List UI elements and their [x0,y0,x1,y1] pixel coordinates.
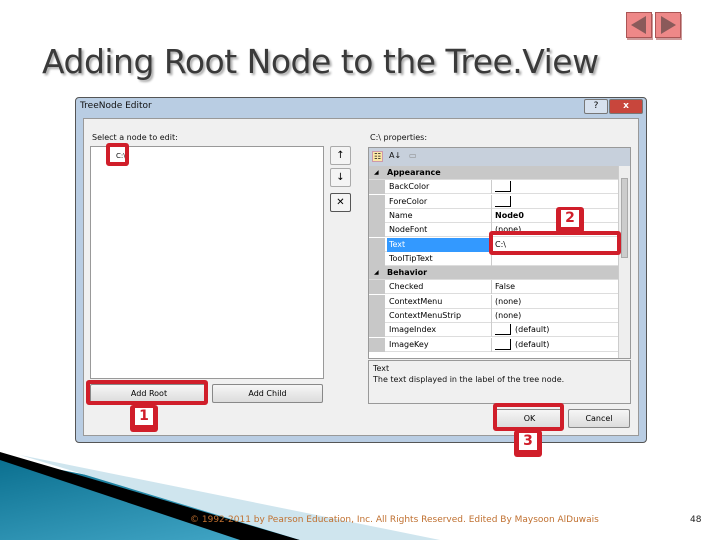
decorative-swoosh [0,452,440,540]
footer-copyright: © 1992-2011 by Pearson Education, Inc. A… [190,515,599,525]
callout-2: 2 [556,207,584,233]
description-text: The text displayed in the label of the t… [373,375,565,384]
description-title: Text [373,364,390,373]
alphabetical-button[interactable]: A↓ [389,151,401,160]
property-name: Name [387,208,492,223]
property-name: NodeFont [387,223,492,238]
property-row-contextmenu[interactable]: ContextMenu (none) [369,294,619,309]
property-value[interactable]: (default) [515,325,549,334]
category-label: Appearance [387,168,441,177]
property-value[interactable]: (none) [495,297,521,306]
property-name: ContextMenu [387,294,492,309]
property-pages-button[interactable]: ▭ [409,151,417,160]
swatch-icon [495,338,511,350]
callout-text-highlight [489,231,621,255]
swatch-icon [495,324,511,336]
property-value[interactable]: Node0 [495,211,524,220]
property-row-backcolor[interactable]: BackColor [369,180,619,195]
delete-button[interactable]: ✕ [330,193,351,212]
callout-1: 1 [130,405,158,432]
close-button[interactable]: x [609,99,643,114]
property-row-contextmenustrip[interactable]: ContextMenuStrip (none) [369,309,619,323]
move-down-button[interactable]: ↓ [330,168,351,187]
swatch-icon [495,181,511,193]
callout-add-root-highlight [86,380,208,405]
property-name: Checked [387,280,492,295]
property-row-checked[interactable]: Checked False [369,280,619,295]
triangle-right-icon [661,16,676,34]
category-appearance[interactable]: ◢ Appearance [369,166,619,180]
property-row-imageindex[interactable]: ImageIndex (default) [369,323,619,338]
property-row-imagekey[interactable]: ImageKey (default) [369,337,619,352]
property-name: ImageKey [387,337,492,352]
property-name: ContextMenuStrip [387,309,492,323]
cancel-button[interactable]: Cancel [568,409,630,428]
property-value[interactable]: False [495,282,515,291]
add-child-button[interactable]: Add Child [212,384,323,403]
previous-slide-button[interactable] [626,12,652,38]
node-tree[interactable]: C:\ [90,146,324,379]
property-name: ToolTipText [387,251,492,266]
category-behavior[interactable]: ◢ Behavior [369,266,619,281]
swatch-icon [495,195,511,207]
callout-node-highlight [106,143,129,166]
property-name: BackColor [387,180,492,195]
callout-ok-highlight [493,403,564,431]
property-value[interactable]: (none) [495,311,521,320]
triangle-left-icon [631,16,646,34]
collapse-icon[interactable]: ◢ [374,166,379,180]
help-button[interactable]: ? [584,99,608,114]
tree-label: Select a node to edit: [92,133,178,142]
description-panel: Text The text displayed in the label of … [368,360,631,404]
property-scrollbar[interactable] [618,166,630,358]
property-name: ImageIndex [387,323,492,338]
property-value[interactable]: (default) [515,340,549,349]
collapse-icon[interactable]: ◢ [374,266,379,280]
move-up-button[interactable]: ↑ [330,146,351,165]
next-slide-button[interactable] [655,12,681,38]
properties-label: C:\ properties: [370,133,428,142]
categorized-button[interactable]: ☷ [372,151,384,162]
slide-title: Adding Root Node to the Tree.View [42,42,599,81]
page-number: 48 [690,515,702,525]
property-name: Text [387,237,492,252]
property-name: ForeColor [387,194,492,209]
dialog-title: TreeNode Editor [80,101,152,111]
property-toolbar: ☷ A↓ ▭ [369,148,630,166]
category-label: Behavior [387,268,428,278]
